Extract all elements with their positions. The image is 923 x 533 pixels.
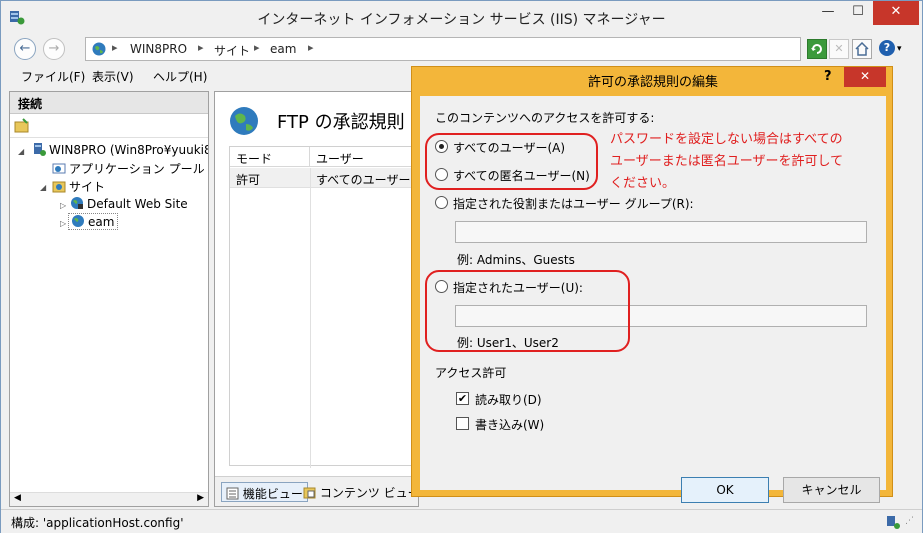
window-title: インターネット インフォメーション サービス (IIS) マネージャー — [257, 12, 666, 28]
app-pool-icon — [52, 163, 66, 174]
globe-icon — [92, 42, 106, 56]
cancel-button[interactable]: キャンセル — [783, 477, 880, 503]
content-view-tab[interactable]: コンテンツ ビュー — [299, 482, 419, 502]
scroll-right-icon[interactable]: ▶ — [197, 493, 204, 503]
dialog-title: 許可の承認規則の編集 — [587, 75, 718, 90]
feature-page: FTP の承認規則 モード ユーザー 許可 すべてのユーザー 機能ビュー コンテ… — [214, 91, 419, 507]
read-checkbox[interactable]: ✔ — [456, 392, 469, 405]
features-view-tab[interactable]: 機能ビュー — [221, 482, 308, 502]
breadcrumb-sites[interactable]: サイト — [214, 42, 250, 59]
website-globe-icon — [71, 197, 83, 209]
collapse-arrow-icon[interactable]: ◢ — [18, 147, 24, 156]
dialog-close-button[interactable]: ✕ — [844, 67, 886, 87]
ftp-globe-icon — [230, 107, 258, 135]
roles-input[interactable] — [455, 221, 867, 243]
menu-view[interactable]: 表示(V) — [92, 68, 134, 85]
breadcrumb-separator: ▸ — [198, 41, 204, 54]
maximize-button[interactable]: ☐ — [843, 1, 873, 25]
tree-item-sites[interactable]: サイト — [52, 178, 105, 195]
tab-label: 機能ビュー — [242, 487, 303, 501]
dropdown-arrow-icon: ▾ — [897, 44, 902, 54]
status-bar: 構成: 'applicationHost.config' ⋰ — [1, 509, 922, 533]
scroll-left-icon[interactable]: ◀ — [14, 493, 21, 503]
breadcrumb-separator: ▸ — [112, 41, 118, 54]
column-header-mode[interactable]: モード — [230, 147, 310, 167]
annotation-text-line: ユーザーまたは匿名ユーザーを許可して — [610, 154, 844, 169]
connect-icon[interactable] — [14, 118, 30, 134]
breadcrumb-eam[interactable]: eam — [270, 42, 296, 56]
stop-icon[interactable]: ✕ — [829, 39, 849, 59]
help-menu-button[interactable]: ? ▾ — [879, 39, 911, 59]
read-checkbox-label[interactable]: 読み取り(D) — [475, 391, 542, 408]
tree-item-default-web-site[interactable]: Default Web Site — [70, 196, 188, 211]
cell-mode: 許可 — [236, 173, 261, 187]
annotation-highlight-all-users — [425, 133, 598, 190]
breadcrumb-separator: ▸ — [308, 41, 314, 54]
menu-help[interactable]: ヘルプ(H) — [153, 68, 207, 85]
help-icon: ? — [879, 40, 895, 56]
network-status-icon — [887, 516, 900, 529]
page-title: FTP の承認規則 — [277, 112, 405, 133]
content-view-icon — [303, 487, 316, 499]
annotation-text-line: パスワードを設定しない場合はすべての — [610, 132, 843, 147]
collapse-arrow-icon[interactable]: ◢ — [40, 183, 46, 192]
address-bar[interactable]: ▸ WIN8PRO ▸ サイト ▸ eam ▸ — [85, 37, 801, 61]
breadcrumb-server[interactable]: WIN8PRO — [130, 42, 187, 56]
refresh-icon[interactable] — [807, 39, 827, 59]
annotation-text-line: ください。 — [610, 176, 676, 191]
title-bar: インターネット インフォメーション サービス (IIS) マネージャー — ☐ … — [1, 1, 922, 34]
features-view-icon — [226, 487, 239, 500]
column-divider — [310, 168, 311, 468]
view-switcher: 機能ビュー コンテンツ ビュー — [215, 476, 419, 506]
expand-arrow-icon[interactable]: ▷ — [60, 201, 66, 210]
column-header-user[interactable]: ユーザー — [310, 147, 418, 167]
write-checkbox-label[interactable]: 書き込み(W) — [475, 416, 544, 433]
ok-button[interactable]: OK — [681, 477, 769, 503]
cell-user: すべてのユーザー — [316, 173, 411, 187]
expand-arrow-icon[interactable]: ▷ — [60, 219, 66, 228]
website-globe-icon — [72, 215, 84, 227]
connections-header: 接続 — [10, 92, 208, 114]
permissions-label: アクセス許可 — [435, 366, 507, 380]
resize-grip-icon[interactable]: ⋰ — [905, 516, 914, 526]
radio-roles-label[interactable]: 指定された役割またはユーザー グループ(R): — [453, 195, 694, 212]
connections-panel: 接続 ◢ WIN8PRO (Win8Pro¥yuuki8 アプリケーション プー… — [9, 91, 209, 507]
tab-label: コンテンツ ビュー — [319, 486, 419, 500]
breadcrumb-separator: ▸ — [254, 41, 260, 54]
status-text: 構成: 'applicationHost.config' — [11, 516, 184, 530]
tree-item-label: サイト — [69, 180, 106, 194]
dialog-help-button[interactable]: ? — [824, 69, 832, 84]
tree-item-app-pools[interactable]: アプリケーション プール — [52, 160, 205, 177]
menu-file[interactable]: ファイル(F) — [21, 68, 85, 85]
rules-table: モード ユーザー 許可 すべてのユーザー — [229, 146, 418, 468]
forward-button[interactable]: → — [43, 38, 65, 60]
address-bar-row: ← → ▸ WIN8PRO ▸ サイト ▸ eam ▸ ✕ ? ▾ — [1, 34, 922, 64]
tree-item-eam[interactable]: eam — [68, 213, 119, 230]
sites-folder-icon — [52, 181, 66, 193]
annotation-highlight-specified-users — [425, 270, 630, 352]
close-window-button[interactable]: ✕ — [873, 1, 919, 25]
tree-item-label: Default Web Site — [87, 197, 188, 211]
access-label: このコンテンツへのアクセスを許可する: — [435, 111, 655, 125]
tree-item-label: アプリケーション プール — [69, 162, 205, 176]
home-icon[interactable] — [852, 39, 872, 59]
minimize-button[interactable]: — — [813, 1, 843, 25]
server-icon — [34, 143, 46, 156]
radio-roles[interactable] — [435, 196, 448, 209]
connections-toolbar — [10, 114, 208, 138]
tree-item-server[interactable]: WIN8PRO (Win8Pro¥yuuki8 — [32, 142, 209, 157]
horizontal-scrollbar[interactable]: ◀ ▶ — [10, 492, 208, 506]
roles-example: 例: Admins、Guests — [457, 253, 575, 267]
write-checkbox[interactable] — [456, 417, 469, 430]
tree-item-label: eam — [88, 215, 115, 229]
back-button[interactable]: ← — [14, 38, 36, 60]
tree-item-label: WIN8PRO (Win8Pro¥yuuki8 — [49, 143, 209, 157]
